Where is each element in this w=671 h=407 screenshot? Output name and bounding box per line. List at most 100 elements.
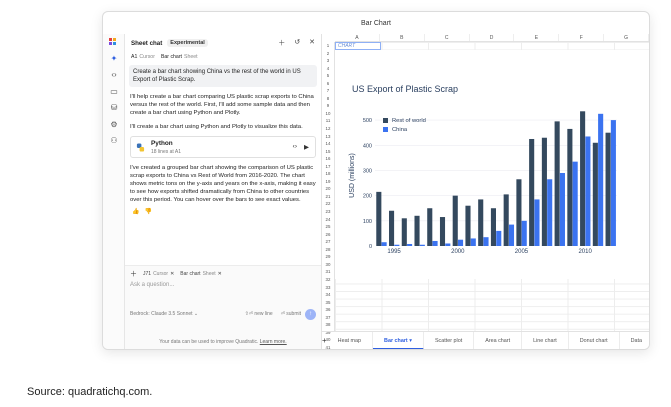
stage: Bar Chart ✦ ‹› ▭ ⛁ ⚙ ⚇ Sheet chat Experi… [0, 0, 671, 407]
x-tick-label: 2000 [451, 249, 465, 255]
composer-chip-cursor[interactable]: J71 Cursor ✕ [143, 271, 174, 277]
row-header[interactable]: 9 [322, 102, 334, 110]
row-header[interactable]: 32 [322, 276, 334, 284]
column-header-g[interactable]: G [604, 34, 649, 41]
add-context-icon[interactable]: ＋ [130, 269, 137, 279]
bar-china [381, 242, 387, 246]
feedback-row: 👍 👎 [132, 208, 314, 215]
tab-scatter-plot[interactable]: Scatter plot [424, 331, 475, 349]
y-tick-label: 500 [363, 118, 372, 124]
row-header[interactable]: 20 [322, 185, 334, 193]
row-header[interactable]: 5 [322, 72, 334, 80]
history-icon[interactable]: ↺ [294, 38, 300, 48]
row-header[interactable]: 25 [322, 223, 334, 231]
row-header[interactable]: 28 [322, 246, 334, 254]
tab-menu-icon[interactable]: ▾ [408, 338, 412, 344]
row-header[interactable]: 13 [322, 133, 334, 141]
app-window: Bar Chart ✦ ‹› ▭ ⛁ ⚙ ⚇ Sheet chat Experi… [102, 11, 650, 350]
row-header[interactable]: 18 [322, 170, 334, 178]
row-header[interactable]: 10 [322, 110, 334, 118]
row-header[interactable]: 17 [322, 163, 334, 171]
legend-label: China [392, 127, 408, 133]
settings-icon[interactable]: ⚙ [108, 118, 120, 130]
row-header[interactable]: 15 [322, 148, 334, 156]
row-header[interactable]: 26 [322, 231, 334, 239]
tab-donut-chart[interactable]: Donut chart [569, 331, 620, 349]
row-header[interactable]: 37 [322, 314, 334, 322]
row-header[interactable]: 7 [322, 87, 334, 95]
row-header[interactable]: 14 [322, 140, 334, 148]
thumbs-up-icon[interactable]: 👍 [132, 208, 139, 215]
bar-rest-of-world [592, 142, 598, 246]
users-icon[interactable]: ⚇ [108, 134, 120, 146]
row-header[interactable]: 34 [322, 291, 334, 299]
tab-line-chart[interactable]: Line chart [522, 331, 569, 349]
run-icon[interactable]: ▶ [304, 143, 309, 151]
row-header[interactable]: 12 [322, 125, 334, 133]
row-header[interactable]: 6 [322, 80, 334, 88]
bar-rest-of-world [478, 199, 484, 246]
bar-rest-of-world [516, 179, 522, 246]
row-header[interactable]: 23 [322, 208, 334, 216]
remove-chip-icon[interactable]: ✕ [218, 271, 222, 277]
open-code-icon[interactable]: ‹› [293, 143, 297, 151]
row-header[interactable]: 11 [322, 117, 334, 125]
left-rail: ✦ ‹› ▭ ⛁ ⚙ ⚇ [103, 34, 125, 349]
bar-china [483, 237, 489, 246]
row-header[interactable]: 38 [322, 321, 334, 329]
send-button[interactable]: ↑ [305, 308, 316, 320]
new-chat-icon[interactable]: ＋ [278, 38, 285, 48]
bar-rest-of-world [389, 210, 395, 246]
tab-bar-chart[interactable]: Bar chart ▾ [373, 331, 424, 349]
panel-icon[interactable]: ▭ [108, 85, 120, 97]
bar-china [521, 220, 527, 246]
chart-output[interactable]: US Export of Plastic Scrap USD (millions)… [335, 50, 649, 279]
row-header[interactable]: 29 [322, 253, 334, 261]
code-cell-card[interactable]: Python 18 lines at A1 ‹› ▶ [130, 136, 316, 158]
column-header-a[interactable]: A [335, 34, 380, 41]
bar-china [470, 238, 476, 246]
bar-china [534, 199, 540, 246]
bar-china [585, 136, 591, 246]
remove-chip-icon[interactable]: ✕ [170, 271, 174, 277]
tab-area-chart[interactable]: Area chart [474, 331, 523, 349]
chat-composer: ＋ J71 Cursor ✕ Bar chart Sheet ✕ Ask a quest… [125, 265, 321, 349]
row-header[interactable]: 31 [322, 268, 334, 276]
row-header[interactable]: 1 [322, 42, 334, 50]
model-selector[interactable]: Bedrock: Claude 3.5 Sonnet ⌄ [130, 311, 245, 317]
row-header[interactable]: 21 [322, 193, 334, 201]
cell-a1[interactable]: CHART [335, 42, 381, 50]
column-header-c[interactable]: C [425, 34, 470, 41]
row-header[interactable]: 36 [322, 306, 334, 314]
row-header[interactable]: 16 [322, 155, 334, 163]
row-header[interactable]: 24 [322, 216, 334, 224]
tab-data[interactable]: Data [620, 332, 649, 350]
quadratic-logo-icon [109, 38, 117, 47]
tab-heat-map[interactable]: Heat map [327, 331, 374, 349]
column-header-b[interactable]: B [380, 34, 425, 41]
row-header[interactable]: 8 [322, 95, 334, 103]
bar-rest-of-world [401, 218, 407, 246]
database-icon[interactable]: ⛁ [108, 101, 120, 113]
row-header[interactable]: 4 [322, 65, 334, 73]
thumbs-down-icon[interactable]: 👎 [144, 208, 151, 215]
row-header[interactable]: 22 [322, 200, 334, 208]
ai-sparkle-icon[interactable]: ✦ [108, 52, 120, 64]
close-icon[interactable]: ✕ [309, 38, 315, 48]
assistant-message-1: I'll help create a bar chart comparing U… [130, 94, 314, 116]
column-header-d[interactable]: D [470, 34, 515, 41]
row-header[interactable]: 33 [322, 284, 334, 292]
bar-china [432, 240, 438, 246]
row-header[interactable]: 19 [322, 178, 334, 186]
code-icon[interactable]: ‹› [108, 68, 120, 80]
column-header-e[interactable]: E [514, 34, 560, 41]
row-header[interactable]: 2 [322, 50, 334, 58]
row-header[interactable]: 35 [322, 299, 334, 307]
bar-china [508, 224, 515, 246]
composer-chip-sheet[interactable]: Bar chart Sheet ✕ [180, 271, 222, 277]
learn-more-link[interactable]: Learn more. [260, 339, 287, 345]
row-header[interactable]: 27 [322, 238, 334, 246]
row-header[interactable]: 3 [322, 57, 334, 65]
column-header-f[interactable]: F [559, 34, 605, 41]
row-header[interactable]: 30 [322, 261, 334, 269]
